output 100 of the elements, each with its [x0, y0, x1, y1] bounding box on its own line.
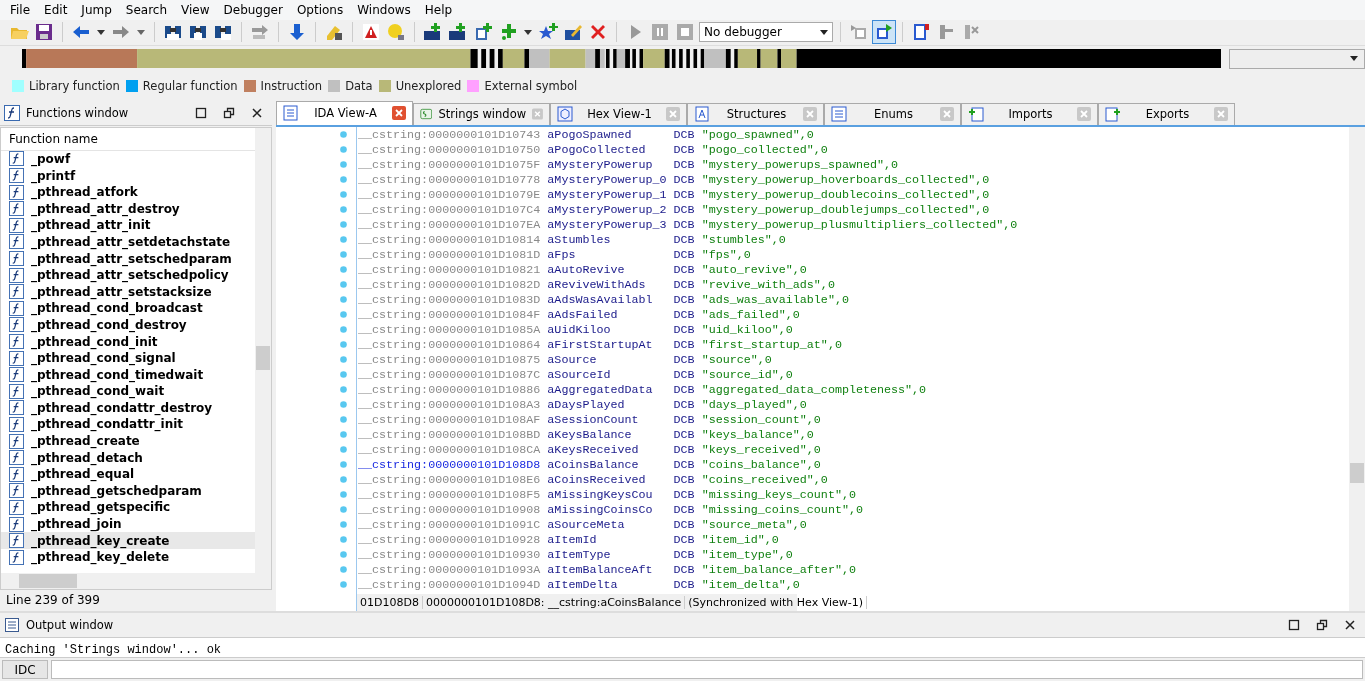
column-header[interactable]: Function name	[1, 127, 255, 151]
panel-title: Output window	[26, 618, 115, 632]
operand-text: "mystery_powerups_spawned",0	[701, 157, 899, 173]
menu-item[interactable]: Search	[118, 2, 175, 17]
restore-icon[interactable]	[1316, 619, 1328, 631]
menu-item[interactable]: Options	[289, 2, 351, 17]
label-text: aSessionCount	[547, 412, 640, 428]
line-marker-icon	[340, 355, 347, 363]
label-text: aMysteryPowerup_3	[547, 217, 668, 233]
function-icon	[9, 516, 24, 532]
address-text: __cstring:0000000101D10875	[358, 352, 542, 368]
menu-item[interactable]: Debugger	[216, 2, 290, 17]
function-row[interactable]: _pthread_cond_broadcast	[1, 300, 255, 317]
function-icon	[9, 383, 24, 399]
tab[interactable]: Structures	[687, 102, 824, 125]
function-row[interactable]: _pthread_cond_timedwait	[1, 366, 255, 383]
line-marker-icon	[340, 190, 347, 198]
close-icon[interactable]	[1344, 619, 1356, 631]
label-text: aStumbles	[547, 232, 612, 248]
function-row[interactable]: _pthread_cond_destroy	[1, 316, 255, 334]
function-row[interactable]: _pthread_attr_setstacksize	[1, 283, 255, 301]
directive-text: DCB	[673, 262, 696, 278]
label-text: aMysteryPowerup_0	[547, 172, 668, 188]
function-row[interactable]: _pthread_join	[1, 515, 255, 533]
function-row[interactable]: _pthread_getspecific	[1, 499, 255, 516]
function-row[interactable]: _pthread_key_create	[1, 532, 255, 549]
operand-text: "fps",0	[701, 247, 751, 263]
directive-text: DCB	[673, 442, 696, 458]
label-text: aKeysBalance	[547, 427, 633, 443]
function-icon	[9, 334, 24, 349]
line-marker-icon	[340, 280, 347, 288]
tab[interactable]: Strings window	[413, 102, 550, 125]
command-input[interactable]	[51, 660, 1363, 679]
tab[interactable]: Imports	[961, 102, 1098, 125]
function-row[interactable]: _pthread_attr_destroy	[1, 200, 255, 218]
command-language-button[interactable]: IDC	[2, 660, 48, 679]
restore-icon[interactable]	[223, 106, 235, 119]
legend-label: Instruction	[260, 79, 323, 94]
function-row[interactable]: _pthread_cond_init	[1, 333, 255, 350]
directive-text: DCB	[673, 187, 696, 203]
directive-text: DCB	[673, 502, 696, 518]
function-row[interactable]: _pthread_detach	[1, 449, 255, 466]
menu-item[interactable]: Windows	[350, 2, 418, 17]
function-row[interactable]: _pthread_attr_setschedpolicy	[1, 266, 255, 284]
tab[interactable]: Enums	[824, 102, 961, 125]
label-text: aItemId	[547, 532, 598, 548]
line-marker-icon	[340, 475, 347, 483]
address-text: __cstring:0000000101D1091C	[358, 517, 542, 533]
line-marker-icon	[340, 265, 347, 273]
directive-text: DCB	[673, 397, 696, 413]
line-marker-icon	[340, 415, 347, 423]
vertical-scrollbar[interactable]	[255, 127, 271, 589]
function-icon	[9, 400, 24, 416]
menu-item[interactable]: View	[174, 2, 217, 17]
function-row[interactable]: _pthread_getschedparam	[1, 482, 255, 500]
legend-label: Unexplored	[395, 79, 462, 94]
directive-text: DCB	[673, 352, 696, 368]
function-row[interactable]: _pthread_condattr_init	[1, 416, 255, 433]
function-row[interactable]: _pthread_attr_init	[1, 217, 255, 234]
function-row[interactable]: _powf	[1, 150, 255, 168]
address-text: __cstring:0000000101D108E6	[358, 472, 542, 488]
navigation-band-drawing[interactable]	[22, 49, 1222, 69]
address-text: __cstring:0000000101D108F5	[358, 487, 542, 503]
directive-text: DCB	[673, 322, 696, 338]
line-marker-icon	[340, 535, 347, 543]
address-text: __cstring:0000000101D108CA	[358, 442, 542, 458]
tab[interactable]: IDA View-A	[276, 100, 413, 125]
directive-text: DCB	[673, 337, 696, 353]
function-row[interactable]: _pthread_cond_signal	[1, 349, 255, 367]
vertical-scrollbar[interactable]	[1349, 126, 1365, 611]
address-text: __cstring:0000000101D10886	[358, 382, 542, 398]
close-icon[interactable]	[251, 106, 263, 119]
function-row[interactable]: _pthread_cond_wait	[1, 383, 255, 400]
debugger-dropdown[interactable]: No debugger	[699, 22, 833, 43]
function-row[interactable]: _pthread_attr_setdetachstate	[1, 233, 255, 251]
address-text: __cstring:0000000101D1094D	[358, 577, 542, 593]
function-row[interactable]: _pthread_atfork	[1, 183, 255, 201]
function-row[interactable]: _pthread_attr_setschedparam	[1, 250, 255, 267]
function-row[interactable]: _printf	[1, 167, 255, 184]
function-row[interactable]: _pthread_create	[1, 432, 255, 450]
function-icon	[9, 350, 24, 366]
horizontal-scrollbar[interactable]	[1, 573, 255, 589]
operand-text: "mystery_powerup_plusmultipliers_collected",0	[701, 217, 1018, 233]
operand-text: "source",0	[701, 352, 772, 368]
tab[interactable]: Exports	[1098, 102, 1235, 125]
maximize-icon[interactable]	[1288, 619, 1300, 631]
menu-item[interactable]: Help	[417, 2, 460, 17]
tab[interactable]: Hex View-1	[550, 102, 687, 125]
line-marker-icon	[340, 340, 347, 348]
function-row[interactable]: _pthread_key_delete	[1, 548, 255, 566]
directive-text: DCB	[673, 457, 696, 473]
maximize-icon[interactable]	[195, 106, 207, 119]
line-marker-icon	[340, 175, 347, 183]
menu-item[interactable]: Jump	[74, 2, 119, 17]
operand-text: "item_type",0	[701, 547, 793, 563]
label-text: aPogoSpawned	[547, 127, 633, 143]
menu-item[interactable]: Edit	[37, 2, 75, 17]
function-row[interactable]: _pthread_equal	[1, 465, 255, 483]
function-row[interactable]: _pthread_condattr_destroy	[1, 399, 255, 417]
menu-item[interactable]: File	[3, 2, 38, 17]
